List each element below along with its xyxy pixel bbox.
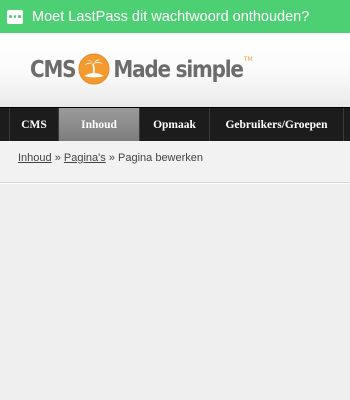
lastpass-prompt-text: Moet LastPass dit wachtwoord onthouden?: [32, 8, 310, 25]
nav-item-opmaak[interactable]: Opmaak: [140, 108, 210, 141]
logo-text-right: Made simple: [113, 55, 244, 83]
site-header: CMS Made simple TM: [0, 33, 350, 107]
main-navigation: CMS Inhoud Opmaak Gebruikers/Groepen: [0, 107, 350, 141]
content-area: [0, 183, 350, 400]
nav-item-inhoud[interactable]: Inhoud: [59, 108, 140, 141]
island-icon: [78, 53, 110, 85]
logo-text-left: CMS: [30, 55, 77, 83]
breadcrumb-separator: »: [108, 152, 115, 164]
breadcrumb-separator: »: [54, 152, 61, 164]
lastpass-notification-bar: Moet LastPass dit wachtwoord onthouden?: [0, 0, 350, 33]
cms-made-simple-logo[interactable]: CMS Made simple TM: [30, 52, 253, 86]
breadcrumb-link-inhoud[interactable]: Inhoud: [18, 152, 52, 164]
breadcrumb-link-paginas[interactable]: Pagina's: [64, 152, 106, 164]
lastpass-dots-icon[interactable]: [7, 9, 23, 24]
breadcrumb-current: Pagina bewerken: [118, 152, 204, 164]
nav-item-cms[interactable]: CMS: [9, 108, 59, 141]
nav-item-gebruikers-groepen[interactable]: Gebruikers/Groepen: [210, 108, 344, 141]
breadcrumb: Inhoud » Pagina's » Pagina bewerken: [18, 152, 203, 164]
breadcrumb-bar: Inhoud » Pagina's » Pagina bewerken: [0, 141, 350, 183]
trademark-mark: TM: [243, 56, 253, 63]
